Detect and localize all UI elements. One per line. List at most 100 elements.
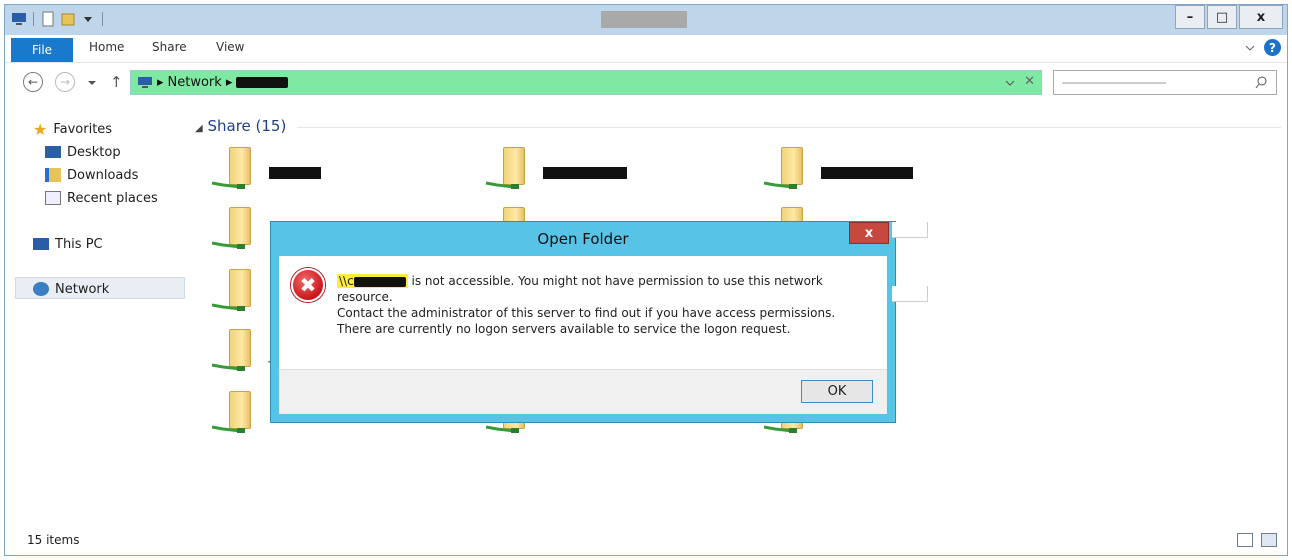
network-share-item[interactable] — [485, 145, 533, 195]
nav-item-this-pc[interactable]: This PC — [33, 233, 103, 255]
nav-label: Favorites — [53, 121, 113, 137]
address-dropdown-icon[interactable] — [1005, 79, 1015, 87]
path-prefix: \\c — [339, 274, 354, 288]
search-icon[interactable] — [1255, 76, 1268, 89]
quick-access-toolbar — [11, 11, 105, 27]
window-title-redacted — [601, 11, 687, 28]
nav-label: Network — [55, 281, 110, 297]
navigation-pane: ★ Favorites Desktop Downloads Recent pla… — [5, 101, 195, 529]
ok-button[interactable]: OK — [801, 380, 873, 403]
share-name-redacted[interactable] — [543, 167, 627, 179]
search-input[interactable] — [1053, 70, 1277, 95]
network-share-item[interactable] — [763, 145, 811, 195]
message-line-2: Contact the administrator of this server… — [337, 306, 836, 320]
breadcrumb-separator: ▸ — [157, 75, 164, 90]
network-share-item[interactable] — [211, 145, 259, 195]
shared-folder-icon — [229, 329, 251, 367]
tab-view[interactable]: View — [216, 40, 244, 54]
nav-item-favorites[interactable]: ★ Favorites — [33, 118, 112, 140]
nav-label: This PC — [55, 236, 103, 252]
recent-locations-icon[interactable] — [87, 79, 97, 87]
computer-icon — [12, 13, 26, 25]
network-share-item[interactable] — [211, 267, 259, 317]
highlighted-path: \\c — [337, 274, 408, 288]
network-share-item[interactable] — [211, 327, 259, 377]
nav-item-downloads[interactable]: Downloads — [45, 164, 138, 186]
star-icon: ★ — [33, 119, 48, 139]
nav-item-network[interactable]: Network — [33, 278, 109, 300]
open-folder-dialog: Open Folder x ✖ \\c is not accessible. Y… — [270, 221, 896, 423]
shared-folder-icon — [229, 207, 251, 245]
dialog-body: ✖ \\c is not accessible. You might not h… — [279, 256, 887, 369]
clear-address-icon[interactable]: ✕ — [1024, 74, 1035, 89]
minimize-button[interactable]: – — [1175, 5, 1205, 29]
tab-home[interactable]: Home — [89, 40, 124, 54]
expand-ribbon-icon[interactable] — [1244, 43, 1256, 53]
network-globe-icon — [33, 282, 49, 296]
message-line-3: There are currently no logon servers ava… — [337, 322, 791, 336]
forward-button[interactable]: → — [55, 72, 75, 92]
dialog-footer: OK — [279, 369, 887, 414]
nav-label: Recent places — [67, 190, 158, 206]
title-bar: – □ x — [5, 5, 1287, 35]
dialog-close-button[interactable]: x — [849, 222, 889, 244]
nav-item-recent-places[interactable]: Recent places — [45, 187, 158, 209]
shared-folder-icon — [503, 147, 525, 185]
share-name-redacted[interactable] — [269, 167, 321, 179]
tooltip-remnant — [892, 286, 928, 302]
properties-icon[interactable] — [40, 11, 56, 27]
network-share-item[interactable] — [211, 205, 259, 255]
group-header-label: Share (15) — [207, 117, 287, 135]
network-cable-icon — [211, 181, 245, 189]
network-cable-icon — [763, 181, 797, 189]
help-icon[interactable]: ? — [1264, 39, 1281, 56]
address-bar[interactable]: ▸ Network ▸ ✕ — [130, 70, 1042, 95]
address-row: ← → ↑ ▸ Network ▸ ✕ — [5, 63, 1287, 101]
desktop-icon — [45, 146, 61, 158]
network-share-item[interactable] — [211, 389, 259, 439]
breadcrumb-network[interactable]: Network — [168, 75, 222, 90]
group-divider — [297, 127, 1281, 128]
dialog-message: \\c is not accessible. You might not hav… — [337, 273, 877, 321]
close-button[interactable]: x — [1239, 5, 1283, 29]
network-cable-icon — [485, 425, 519, 433]
status-item-count: 15 items — [27, 533, 80, 547]
shared-folder-icon — [229, 269, 251, 307]
toolbar-separator — [33, 12, 34, 26]
toolbar-separator — [102, 12, 103, 26]
message-line-1: is not accessible. You might not have pe… — [337, 274, 823, 304]
up-button[interactable]: ↑ — [110, 73, 123, 91]
recent-places-icon — [45, 191, 61, 205]
customize-toolbar-icon[interactable] — [80, 11, 96, 27]
window-controls: – □ x — [1175, 5, 1283, 29]
network-cable-icon — [211, 241, 245, 249]
computer-icon — [33, 238, 49, 250]
search-placeholder-redacted — [1062, 82, 1166, 84]
network-icon — [138, 76, 152, 88]
large-icons-view-icon[interactable] — [1261, 533, 1277, 547]
network-cable-icon — [211, 425, 245, 433]
tab-file[interactable]: File — [11, 38, 73, 62]
tab-share[interactable]: Share — [152, 40, 187, 54]
error-icon: ✖ — [291, 268, 325, 302]
back-button[interactable]: ← — [23, 72, 43, 92]
collapse-group-icon[interactable]: ◢ — [195, 123, 203, 134]
shared-folder-icon — [229, 391, 251, 429]
nav-item-desktop[interactable]: Desktop — [45, 141, 121, 163]
tooltip-remnant — [892, 222, 928, 238]
dialog-title: Open Folder — [537, 230, 629, 248]
network-cable-icon — [211, 363, 245, 371]
ribbon: File Home Share View ? — [5, 35, 1287, 63]
new-folder-icon[interactable] — [60, 11, 76, 27]
breadcrumb-separator: ▸ — [225, 75, 233, 90]
breadcrumb-server-redacted[interactable] — [236, 77, 289, 88]
nav-label: Downloads — [67, 167, 139, 183]
share-name-redacted[interactable] — [821, 167, 913, 179]
server-name-redacted — [353, 276, 406, 287]
details-view-icon[interactable] — [1237, 533, 1253, 547]
group-header[interactable]: ◢ Share (15) — [195, 117, 286, 135]
shared-folder-icon — [781, 147, 803, 185]
network-cable-icon — [485, 181, 519, 189]
view-switcher — [1237, 533, 1277, 547]
maximize-button[interactable]: □ — [1207, 5, 1237, 29]
